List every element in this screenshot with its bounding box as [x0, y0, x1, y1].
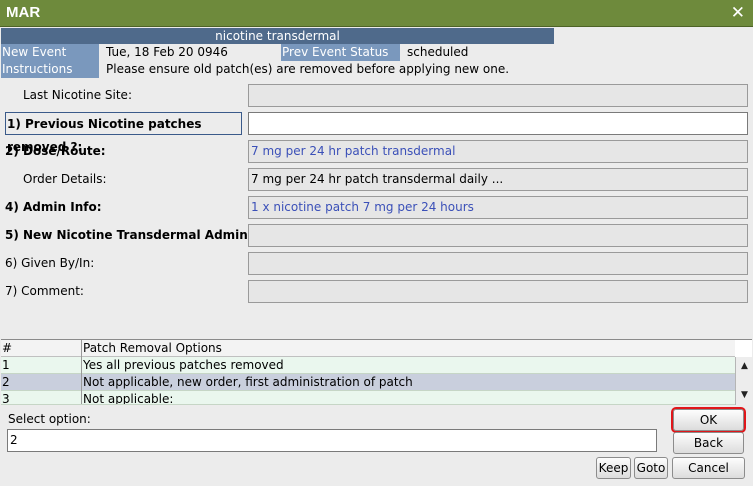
keep-button[interactable]: Keep — [596, 457, 631, 479]
last-nicotine-site-field — [248, 84, 748, 107]
select-option-input[interactable]: 2 — [7, 429, 657, 452]
column-header-option: Patch Removal Options — [83, 341, 222, 355]
admin-info-field: 1 x nicotine patch 7 mg per 24 hours — [248, 196, 748, 219]
instructions-value: Please ensure old patch(es) are removed … — [106, 62, 510, 76]
grid-scrollbar[interactable]: ▲ ▼ — [735, 357, 752, 405]
row-option: Not applicable: — [83, 392, 174, 405]
patch-removal-options-grid: # Patch Removal Options 1 Yes all previo… — [1, 339, 752, 405]
table-row[interactable]: 1 Yes all previous patches removed — [1, 357, 735, 374]
new-admin-site-field[interactable] — [248, 224, 748, 247]
comment-field[interactable] — [248, 280, 748, 303]
row-option: Yes all previous patches removed — [83, 358, 284, 372]
admin-info-label: 4) Admin Info: — [5, 200, 102, 214]
grid-header: # Patch Removal Options — [1, 340, 735, 357]
row-option: Not applicable, new order, first adminis… — [83, 375, 413, 389]
comment-label: 7) Comment: — [5, 284, 84, 298]
medication-name: nicotine transdermal — [1, 28, 554, 44]
select-option-label: Select option: — [8, 412, 91, 426]
dose-route-label: 2) Dose/Route: — [5, 144, 106, 158]
instructions-label: Instructions — [1, 61, 99, 78]
title-bar: MAR ✕ — [0, 0, 753, 27]
row-num: 3 — [2, 391, 82, 404]
previous-patches-removed-label: 1) Previous Nicotine patches removed ?: — [5, 112, 242, 154]
prev-event-status-label: Prev Event Status — [281, 44, 400, 61]
table-row[interactable]: 2 Not applicable, new order, first admin… — [1, 374, 735, 391]
close-icon[interactable]: ✕ — [731, 3, 745, 23]
cancel-button[interactable]: Cancel — [672, 457, 745, 479]
row-num: 1 — [2, 357, 82, 374]
new-event-time-value: Tue, 18 Feb 20 0946 — [106, 45, 228, 59]
ok-button[interactable]: OK — [671, 407, 746, 433]
order-details-label: Order Details: — [23, 172, 107, 186]
back-button[interactable]: Back — [673, 432, 744, 454]
last-nicotine-site-label: Last Nicotine Site: — [23, 88, 132, 102]
new-admin-site-label: 5) New Nicotine Transdermal Admin Site: — [5, 228, 284, 242]
window-title: MAR — [6, 4, 41, 21]
previous-patches-removed-field[interactable] — [248, 112, 748, 135]
scroll-down-icon[interactable]: ▼ — [737, 388, 752, 403]
row-num: 2 — [2, 374, 82, 391]
new-event-time-label: New Event Time — [1, 44, 99, 76]
table-row[interactable]: 3 Not applicable: — [1, 391, 735, 405]
scroll-up-icon[interactable]: ▲ — [737, 359, 752, 374]
prev-event-status-value: scheduled — [407, 45, 469, 59]
goto-button[interactable]: Goto — [634, 457, 668, 479]
given-by-field[interactable] — [248, 252, 748, 275]
column-header-num: # — [2, 340, 82, 357]
dose-route-field: 7 mg per 24 hr patch transdermal — [248, 140, 748, 163]
given-by-label: 6) Given By/In: — [5, 256, 95, 270]
order-details-field: 7 mg per 24 hr patch transdermal daily .… — [248, 168, 748, 191]
